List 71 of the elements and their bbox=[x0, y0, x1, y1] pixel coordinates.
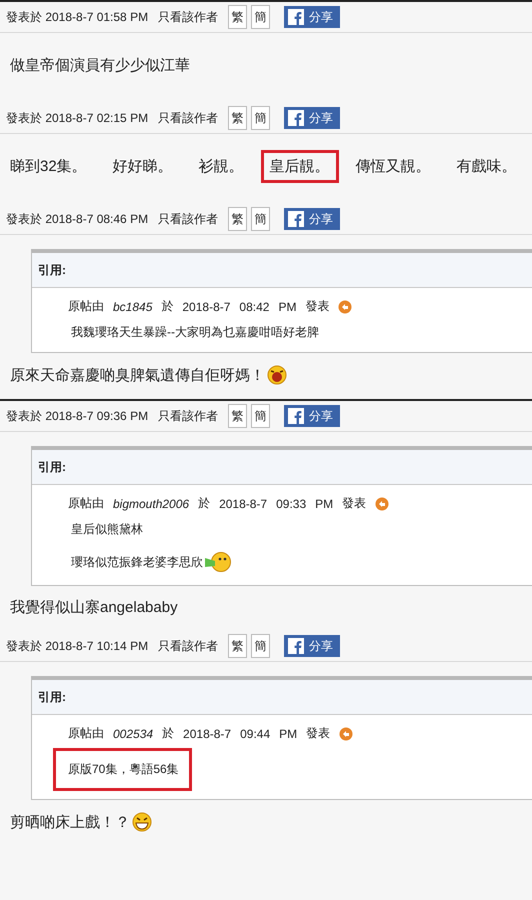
post-date: 發表於 2018-8-7 09:36 PM bbox=[6, 408, 148, 424]
script-toggle-button[interactable]: 繁 bbox=[228, 404, 248, 428]
grinning-emoticon-icon bbox=[132, 812, 152, 832]
quote-text: 原版70集，粵語56集 bbox=[68, 761, 179, 778]
post-text: 我覺得似山寨angelababy bbox=[10, 598, 178, 617]
quote-date: 2018-8-7 bbox=[219, 496, 268, 510]
quote-time: 09:44 bbox=[240, 726, 270, 740]
share-button[interactable]: 分享 bbox=[284, 405, 340, 427]
share-button[interactable]: 分享 bbox=[284, 107, 340, 129]
laughing-emoticon-icon bbox=[267, 365, 287, 385]
facebook-icon bbox=[288, 408, 304, 424]
script-toggle-button[interactable]: 繁 bbox=[228, 207, 248, 231]
share-button[interactable]: 分享 bbox=[284, 208, 340, 230]
quote-time: 09:33 bbox=[276, 496, 306, 510]
author-only-link[interactable]: 只看該作者 bbox=[158, 210, 218, 228]
post-text: 原來天命嘉慶啲臭脾氣遺傳自佢呀媽！ bbox=[10, 366, 265, 384]
script-toggle-button[interactable]: 簡 bbox=[251, 106, 270, 130]
post-date: 發表於 2018-8-7 02:15 PM bbox=[6, 110, 148, 126]
script-toggle-button[interactable]: 繁 bbox=[228, 5, 248, 29]
quote-posted: 發表 bbox=[306, 725, 330, 742]
facebook-icon bbox=[288, 638, 304, 654]
quote-at: 於 bbox=[162, 725, 174, 742]
share-button[interactable]: 分享 bbox=[284, 635, 340, 657]
quote-text: 瓔珞似范振鋒老婆李思欣 bbox=[71, 554, 203, 570]
quote-posted: 發表 bbox=[305, 298, 330, 315]
author-only-link[interactable]: 只看該作者 bbox=[158, 8, 218, 26]
post-text: 傳恆又靚。 bbox=[354, 157, 432, 177]
quote-by: 原帖由 bbox=[68, 298, 104, 315]
facebook-icon bbox=[288, 9, 304, 25]
post-text: 睇到32集。 bbox=[9, 157, 88, 177]
script-toggle-button[interactable]: 繁 bbox=[228, 106, 248, 130]
quote-label: 引用: bbox=[38, 460, 66, 474]
quote-by: 原帖由 bbox=[68, 725, 104, 742]
author-only-link[interactable]: 只看該作者 bbox=[158, 408, 218, 424]
post-date: 發表於 2018-8-7 10:14 PM bbox=[6, 638, 148, 654]
post-text: 有戲味。 bbox=[456, 157, 518, 177]
quote-at: 於 bbox=[198, 495, 210, 512]
post-text: 剪晒啲床上戲！？ bbox=[10, 812, 130, 832]
quote-author: 002534 bbox=[113, 726, 154, 740]
quote-label: 引用: bbox=[38, 690, 66, 704]
megaphone-emoticon-icon bbox=[203, 550, 231, 574]
facebook-icon bbox=[288, 211, 304, 227]
quote-at: 於 bbox=[161, 298, 174, 315]
quote-by: 原帖由 bbox=[68, 495, 104, 512]
quote-posted: 發表 bbox=[342, 495, 366, 512]
script-toggle-button[interactable]: 簡 bbox=[251, 634, 270, 658]
quote-text: 皇后似熊黛林 bbox=[71, 521, 143, 538]
post-text: 做皇帝個演員有少少似江華 bbox=[9, 56, 191, 76]
author-only-link[interactable]: 只看該作者 bbox=[158, 638, 218, 654]
script-toggle-button[interactable]: 繁 bbox=[228, 634, 248, 658]
quote-text: 我魏瓔珞天生暴躁--大家明為乜嘉慶咁唔好老脾 bbox=[71, 324, 319, 341]
quote-ampm: PM bbox=[278, 300, 296, 314]
post-text: 好好睇。 bbox=[112, 157, 174, 177]
quote-date: 2018-8-7 bbox=[182, 300, 230, 314]
quote-time: 08:42 bbox=[239, 300, 270, 314]
script-toggle-button[interactable]: 簡 bbox=[251, 5, 270, 29]
script-toggle-button[interactable]: 簡 bbox=[251, 404, 270, 428]
script-toggle-button[interactable]: 簡 bbox=[251, 207, 270, 231]
quote-author: bc1845 bbox=[113, 300, 152, 314]
post-date: 發表於 2018-8-7 01:58 PM bbox=[6, 8, 148, 26]
quote-ampm: PM bbox=[315, 496, 334, 510]
quote-date: 2018-8-7 bbox=[183, 726, 232, 740]
facebook-icon bbox=[288, 110, 304, 126]
quote-label: 引用: bbox=[38, 263, 66, 277]
quote-author: bigmouth2006 bbox=[113, 496, 190, 510]
quote-ampm: PM bbox=[279, 726, 298, 740]
share-button[interactable]: 分享 bbox=[284, 6, 340, 28]
post-text: 皇后靚。 bbox=[260, 150, 339, 183]
post-date: 發表於 2018-8-7 08:46 PM bbox=[6, 210, 148, 228]
post-text: 衫靚。 bbox=[198, 157, 245, 177]
author-only-link[interactable]: 只看該作者 bbox=[158, 110, 218, 126]
